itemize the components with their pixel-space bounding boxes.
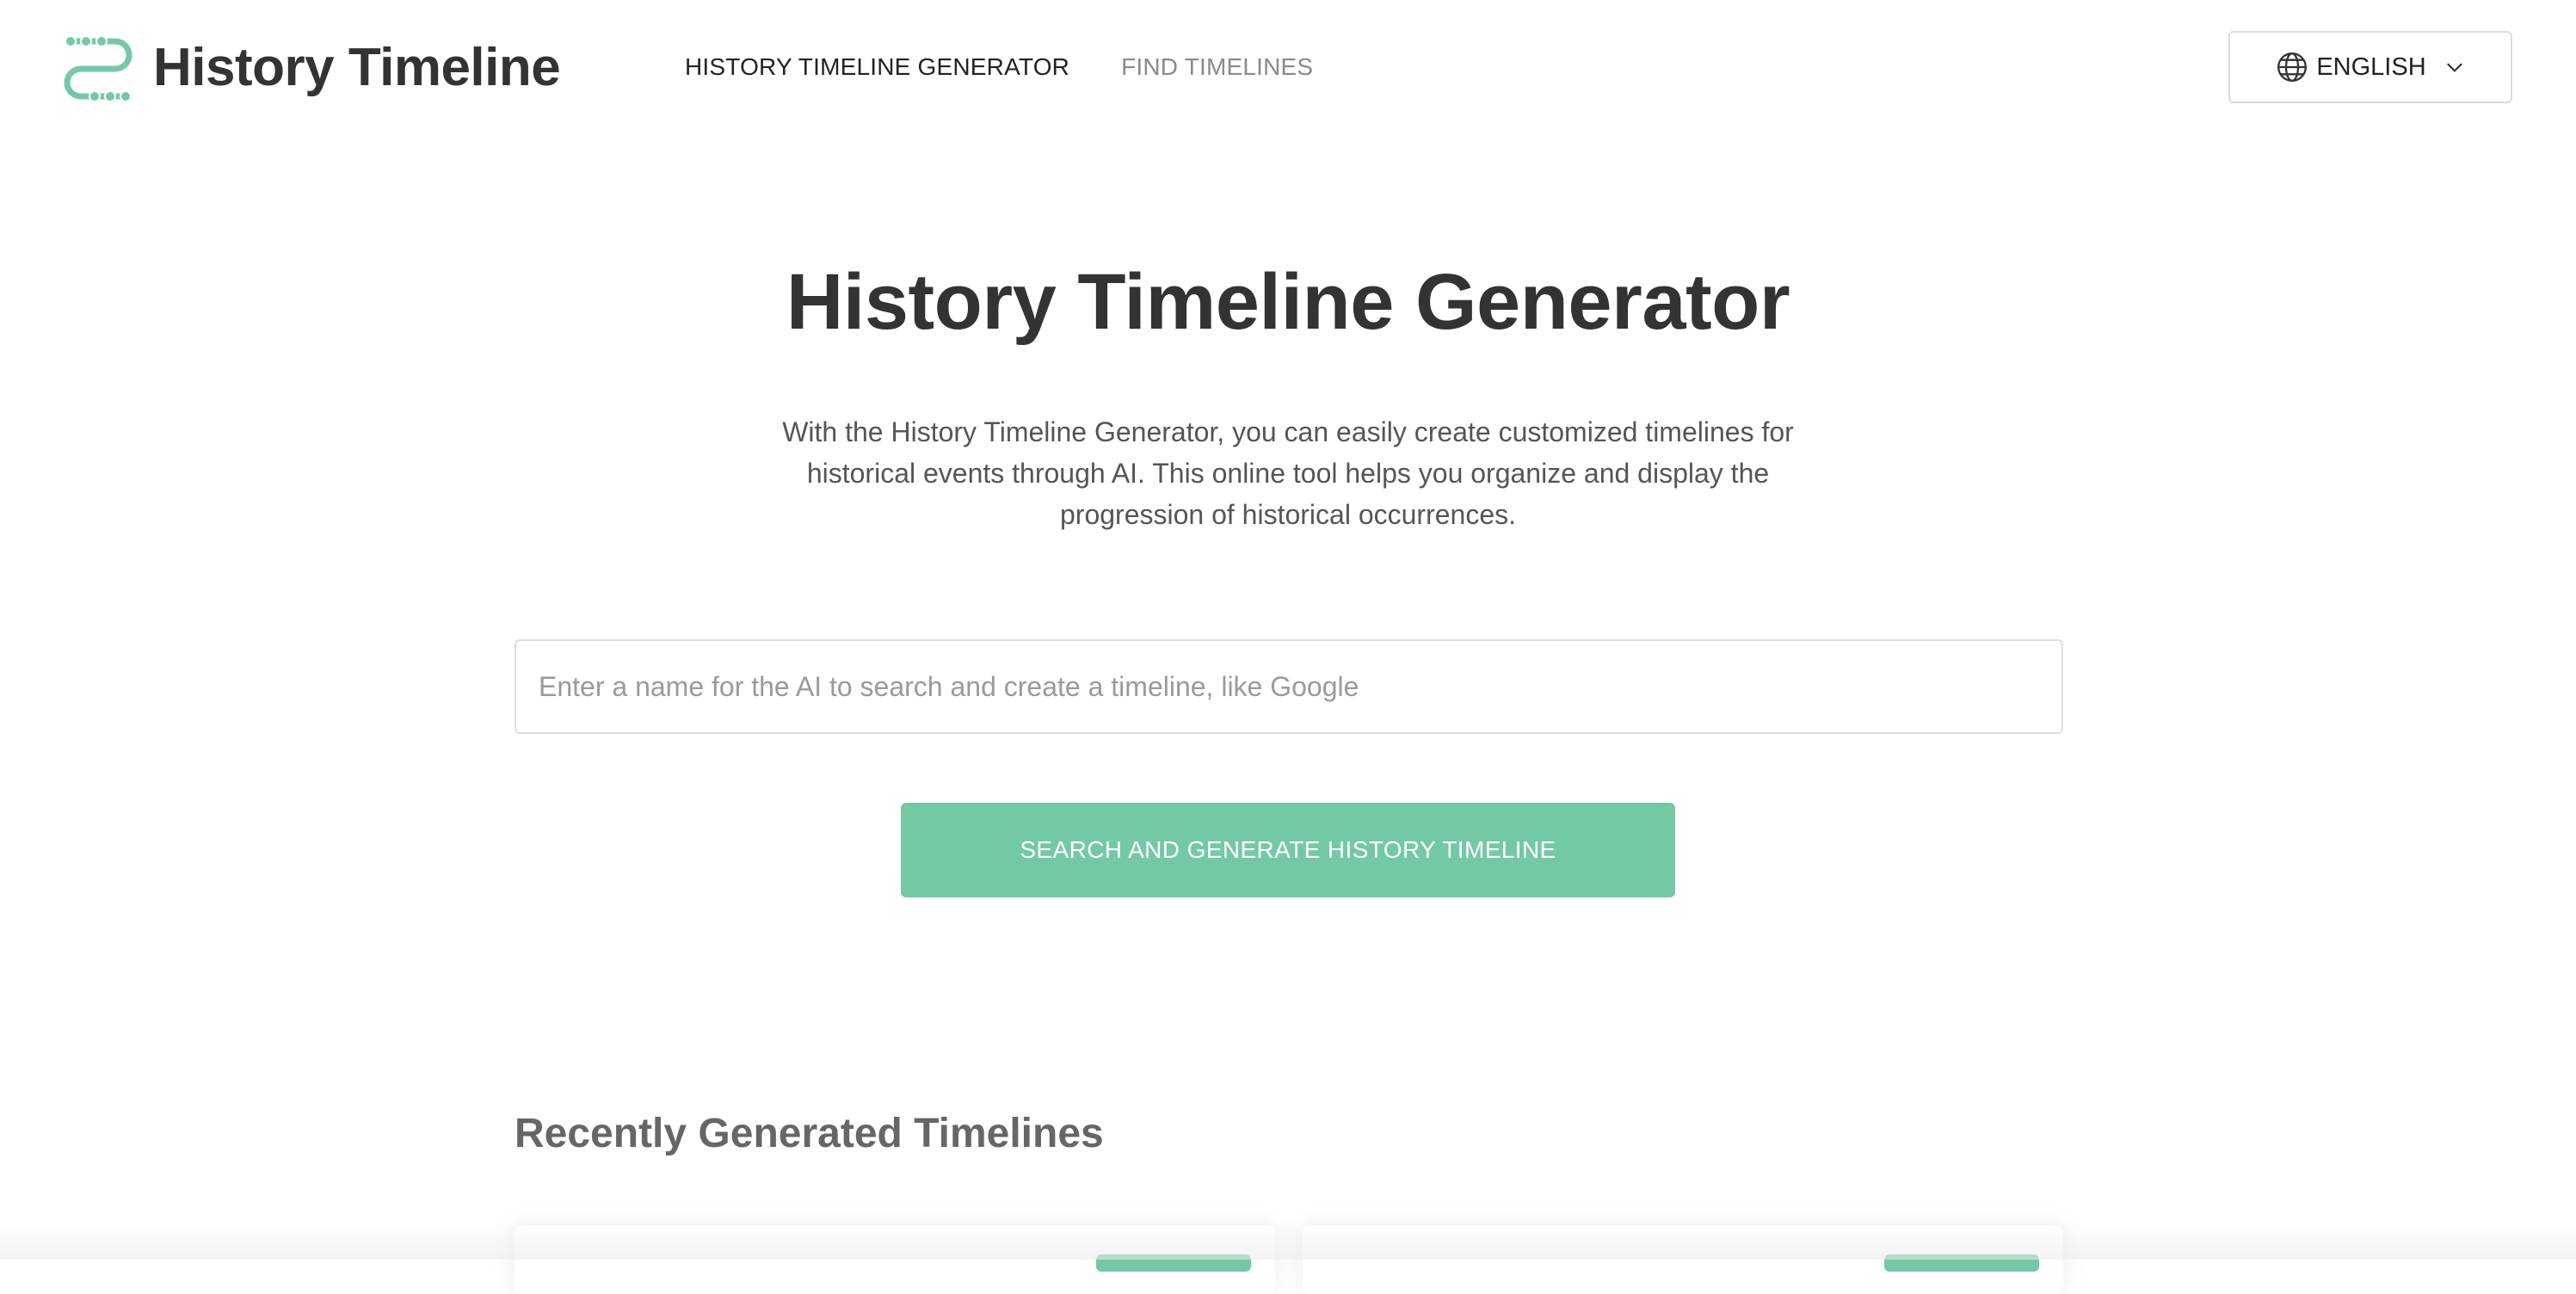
- brand-link[interactable]: History Timeline: [62, 31, 561, 103]
- timeline-card[interactable]: [1303, 1225, 2063, 1294]
- timeline-logo-icon: [64, 35, 132, 102]
- brand-name: History Timeline: [153, 37, 561, 97]
- hero-description: With the History Timeline Generator, you…: [782, 416, 1794, 530]
- language-selector[interactable]: ENGLISH: [2228, 31, 2512, 103]
- search-generate-button[interactable]: SEARCH AND GENERATE HISTORY TIMELINE: [901, 803, 1675, 897]
- site-header: History Timeline HISTORY TIMELINE GENERA…: [0, 0, 2576, 134]
- nav-history-timeline-generator[interactable]: HISTORY TIMELINE GENERATOR: [685, 53, 1069, 81]
- timeline-card[interactable]: [515, 1225, 1275, 1294]
- nav-find-timelines[interactable]: FIND TIMELINES: [1121, 53, 1313, 81]
- globe-icon: [2277, 52, 2308, 82]
- card-badge: [1096, 1254, 1251, 1272]
- language-label: ENGLISH: [2316, 52, 2426, 81]
- card-badge: [1884, 1254, 2039, 1272]
- recent-timelines-heading: Recently Generated Timelines: [515, 1111, 1104, 1156]
- page-title: History Timeline Generator: [786, 258, 1790, 346]
- search-input[interactable]: [515, 639, 2063, 734]
- scroll-fade: [0, 1222, 2576, 1260]
- main-nav: HISTORY TIMELINE GENERATOR FIND TIMELINE…: [685, 48, 1313, 86]
- chevron-down-icon: [2446, 63, 2462, 72]
